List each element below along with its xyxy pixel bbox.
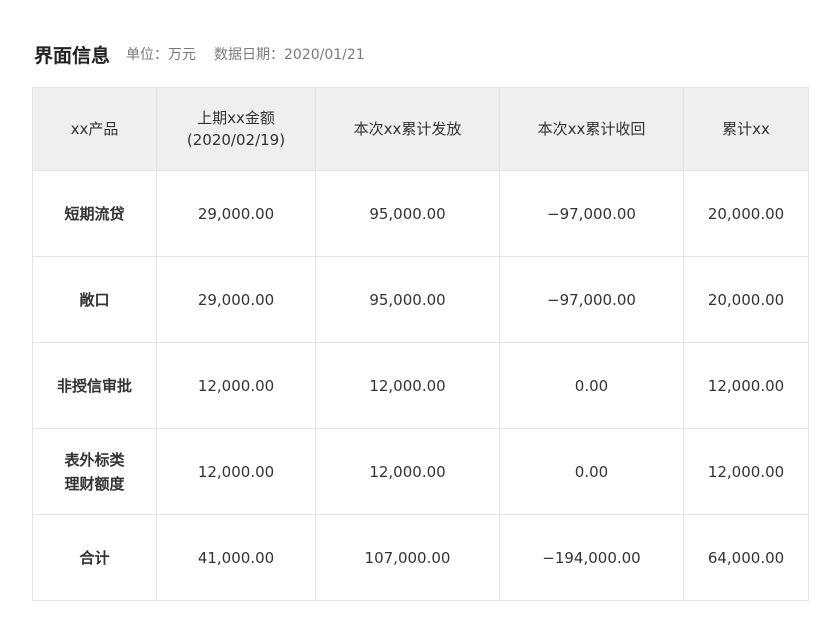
- prev-amount-cell: 29,000.00: [156, 256, 316, 343]
- total-cell: 20,000.00: [683, 170, 809, 257]
- data-table: xx产品 上期xx金额 (2020/02/19) 本次xx累计发放 本次xx累计…: [32, 87, 809, 601]
- column-header-product: xx产品: [32, 87, 157, 171]
- recovered-cell: 0.00: [499, 428, 684, 515]
- table-row: 表外标类 理财额度 12,000.00 12,000.00 0.00 12,00…: [32, 428, 809, 515]
- column-header-line: 本次xx累计收回: [537, 120, 646, 138]
- product-name-line: 理财额度: [64, 474, 125, 493]
- unit-label: 单位：万元: [126, 47, 197, 63]
- table-row: 敞口 29,000.00 95,000.00 −97,000.00 20,000…: [32, 256, 809, 343]
- column-header-issued: 本次xx累计发放: [315, 87, 500, 171]
- column-header-prev-amount: 上期xx金额 (2020/02/19): [156, 87, 316, 171]
- issued-cell: 12,000.00: [315, 342, 500, 429]
- product-name-line: 合计: [79, 548, 110, 567]
- product-name-line: 短期流贷: [64, 204, 125, 223]
- issued-cell: 107,000.00: [315, 514, 500, 601]
- column-header-line: 本次xx累计发放: [353, 120, 462, 138]
- table-total-row: 合计 41,000.00 107,000.00 −194,000.00 64,0…: [32, 514, 809, 601]
- product-name-line: 表外标类: [64, 450, 125, 469]
- table-header-row: xx产品 上期xx金额 (2020/02/19) 本次xx累计发放 本次xx累计…: [32, 87, 809, 171]
- recovered-cell: −97,000.00: [499, 170, 684, 257]
- product-cell: 敞口: [32, 256, 157, 343]
- issued-cell: 95,000.00: [315, 170, 500, 257]
- recovered-cell: 0.00: [499, 342, 684, 429]
- page-header: 界面信息 单位：万元 数据日期：2020/01/21: [34, 38, 365, 70]
- total-cell: 64,000.00: [683, 514, 809, 601]
- table-row: 短期流贷 29,000.00 95,000.00 −97,000.00 20,0…: [32, 170, 809, 257]
- product-cell: 短期流贷: [32, 170, 157, 257]
- recovered-cell: −97,000.00: [499, 256, 684, 343]
- prev-amount-cell: 41,000.00: [156, 514, 316, 601]
- column-header-line: 上期xx金额: [197, 109, 275, 127]
- product-name-line: 非授信审批: [56, 376, 132, 395]
- column-header-line: 累计xx: [722, 120, 770, 138]
- column-header-line: (2020/02/19): [186, 131, 286, 149]
- column-header-line: xx产品: [70, 120, 119, 138]
- issued-cell: 95,000.00: [315, 256, 500, 343]
- prev-amount-cell: 12,000.00: [156, 428, 316, 515]
- data-table-container: xx产品 上期xx金额 (2020/02/19) 本次xx累计发放 本次xx累计…: [32, 87, 809, 601]
- total-cell: 12,000.00: [683, 342, 809, 429]
- product-name-line: 敞口: [79, 290, 110, 309]
- total-cell: 20,000.00: [683, 256, 809, 343]
- total-cell: 12,000.00: [683, 428, 809, 515]
- data-date-label: 数据日期：2020/01/21: [214, 47, 365, 63]
- page-title: 界面信息: [34, 44, 111, 67]
- table-row: 非授信审批 12,000.00 12,000.00 0.00 12,000.00: [32, 342, 809, 429]
- prev-amount-cell: 12,000.00: [156, 342, 316, 429]
- column-header-recovered: 本次xx累计收回: [499, 87, 684, 171]
- product-cell: 表外标类 理财额度: [32, 428, 157, 515]
- prev-amount-cell: 29,000.00: [156, 170, 316, 257]
- product-cell: 合计: [32, 514, 157, 601]
- recovered-cell: −194,000.00: [499, 514, 684, 601]
- issued-cell: 12,000.00: [315, 428, 500, 515]
- product-cell: 非授信审批: [32, 342, 157, 429]
- column-header-total: 累计xx: [683, 87, 809, 171]
